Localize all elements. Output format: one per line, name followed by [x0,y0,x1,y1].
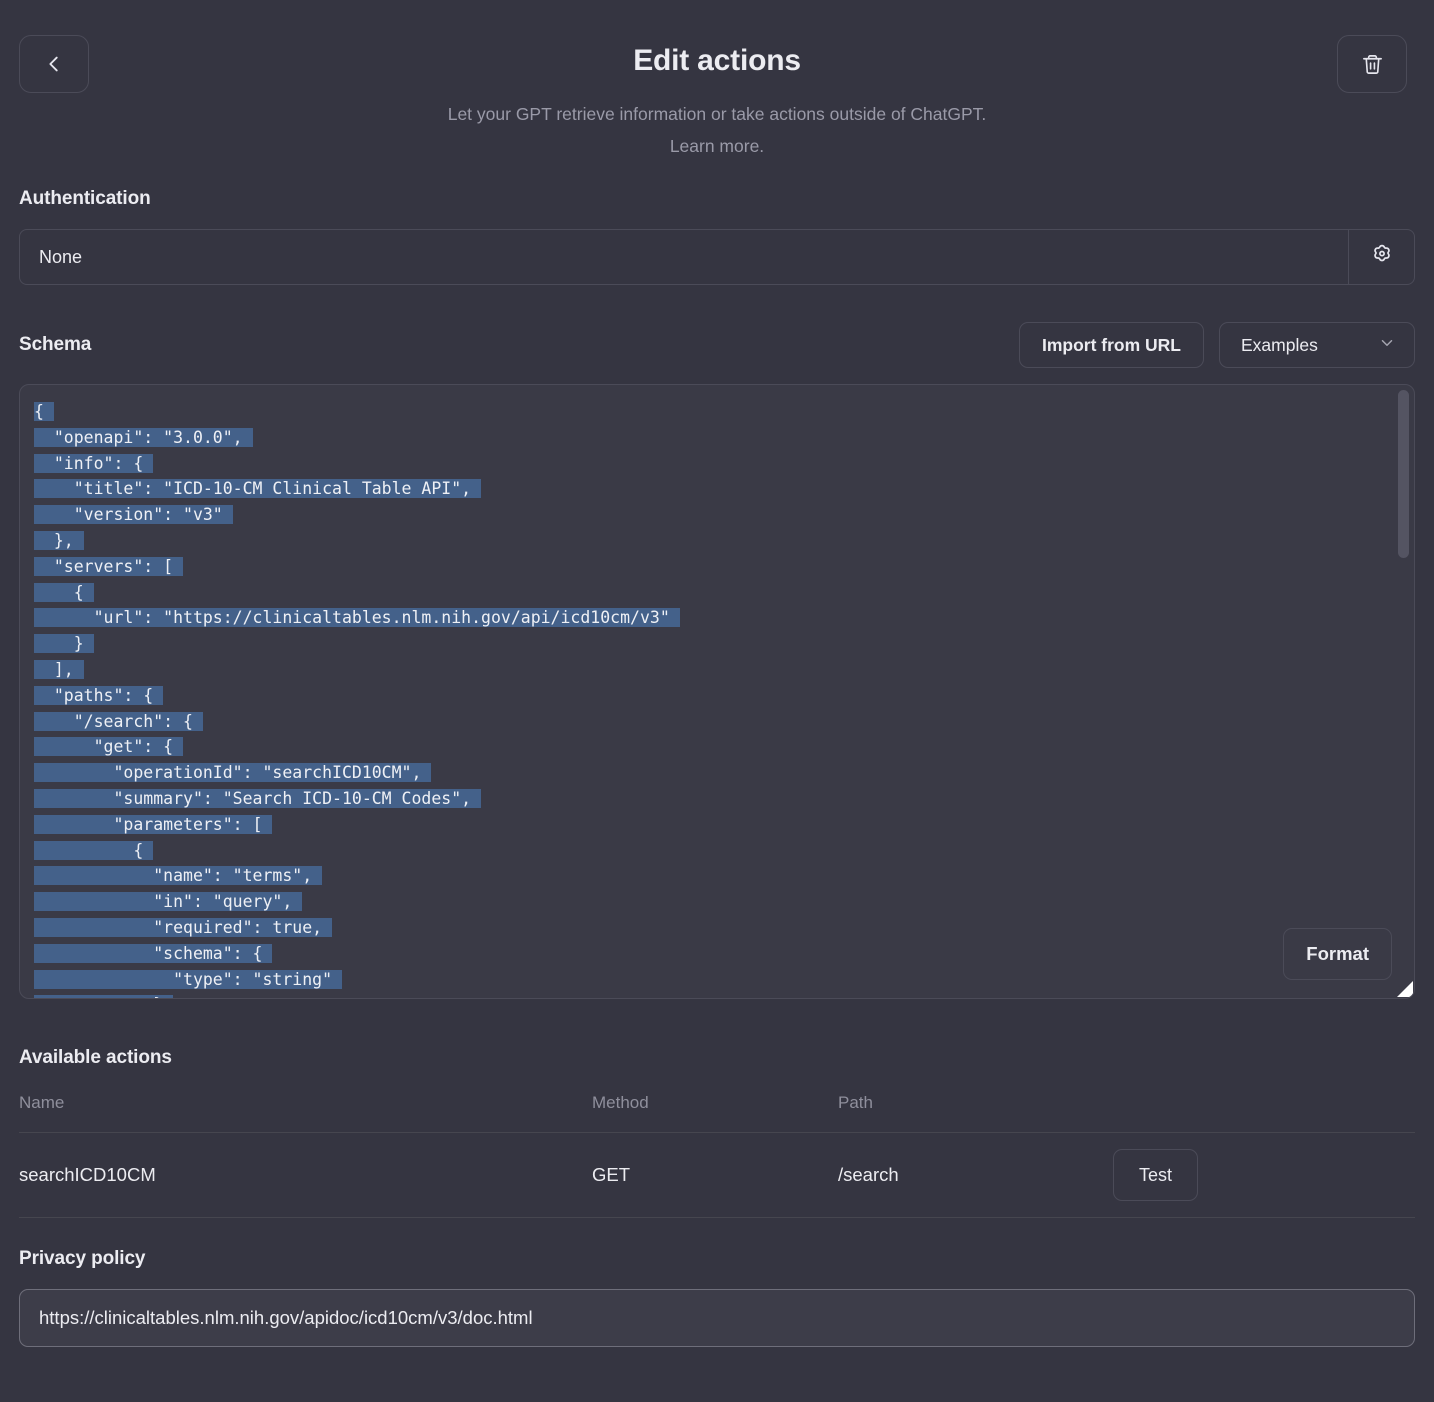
edit-actions-page: Edit actions Let your GPT retrieve infor… [0,0,1434,1402]
code-line: "required": true, [34,917,333,937]
column-header-method: Method [592,1093,649,1112]
table-row: searchICD10CM GET /search Test [19,1133,1415,1218]
schema-editor-scrollbar-thumb[interactable] [1398,390,1409,558]
content-wrapper: Authentication None Schema Import from U… [0,188,1434,1347]
code-line: "version": "v3" [34,505,233,525]
schema-actions: Import from URL Examples [1018,322,1415,368]
code-line: "type": "string" [34,969,342,989]
code-line: } [34,634,94,654]
subtitle-text: Let your GPT retrieve information or tak… [447,104,987,124]
schema-label: Schema [19,334,92,355]
chevron-left-icon [43,53,65,75]
code-line: { [34,840,154,860]
schema-header-row: Schema Import from URL Examples [19,322,1415,368]
examples-select-label: Examples [1241,334,1318,355]
code-line: } [34,992,1392,998]
authentication-field[interactable]: None [19,229,1415,285]
action-method: GET [592,1164,631,1185]
authentication-settings-button[interactable] [1348,230,1414,284]
available-actions-table: Name Method Path searchICD10CM GET /sear… [19,1093,1415,1218]
code-line: "url": "https://clinicaltables.nlm.nih.g… [34,608,680,628]
action-test-cell: Test [1113,1149,1415,1201]
authentication-section: Authentication None [19,188,1415,285]
gear-icon [1370,243,1394,272]
code-line: }, [34,530,84,550]
privacy-policy-section: Privacy policy [19,1248,1415,1347]
test-action-button[interactable]: Test [1113,1149,1199,1201]
code-line: "summary": "Search ICD-10-CM Codes", [34,788,482,808]
schema-editor[interactable]: { "openapi": "3.0.0", "info": { "title":… [19,384,1415,999]
code-line: "operationId": "searchICD10CM", [34,763,432,783]
code-line: "servers": [ [34,556,184,576]
code-line: "name": "terms", [34,866,323,886]
import-from-url-button[interactable]: Import from URL [1018,322,1204,368]
code-line: "title": "ICD-10-CM Clinical Table API", [34,479,482,499]
code-line: ], [34,659,84,679]
page-subtitle: Let your GPT retrieve information or tak… [0,98,1434,163]
page-header: Edit actions Let your GPT retrieve infor… [0,0,1434,160]
authentication-value: None [39,246,83,267]
format-button[interactable]: Format [1283,928,1392,980]
code-line: "in": "query", [34,892,303,912]
code-line: { [34,582,94,602]
schema-code-text[interactable]: { "openapi": "3.0.0", "info": { "title":… [20,385,1414,998]
trash-icon [1361,53,1384,76]
code-line: "get": { [34,737,184,757]
column-header-path: Path [838,1093,873,1112]
learn-more-link[interactable]: Learn more. [0,130,1434,162]
schema-section: Schema Import from URL Examples { "opena… [19,322,1415,999]
chevron-down-icon [1378,334,1396,357]
code-line: "parameters": [ [34,814,273,834]
privacy-policy-label: Privacy policy [19,1248,146,1269]
code-line: "info": { [34,453,154,473]
code-line: "paths": { [34,685,164,705]
action-path: /search [838,1164,899,1185]
code-line: { [34,402,54,421]
column-header-name: Name [19,1093,65,1112]
examples-select[interactable]: Examples [1219,322,1415,368]
delete-action-button[interactable] [1337,35,1407,93]
code-line: "openapi": "3.0.0", [34,427,253,447]
table-header-row: Name Method Path [19,1093,1415,1133]
available-actions-section: Available actions Name Method Path searc… [19,1047,1415,1218]
action-name: searchICD10CM [19,1164,156,1185]
privacy-policy-input[interactable] [19,1289,1415,1347]
code-line: "schema": { [34,943,273,963]
code-line: "/search": { [34,711,203,731]
back-button[interactable] [19,35,89,93]
authentication-label: Authentication [19,188,151,209]
page-title: Edit actions [633,44,801,77]
available-actions-label: Available actions [19,1047,172,1068]
